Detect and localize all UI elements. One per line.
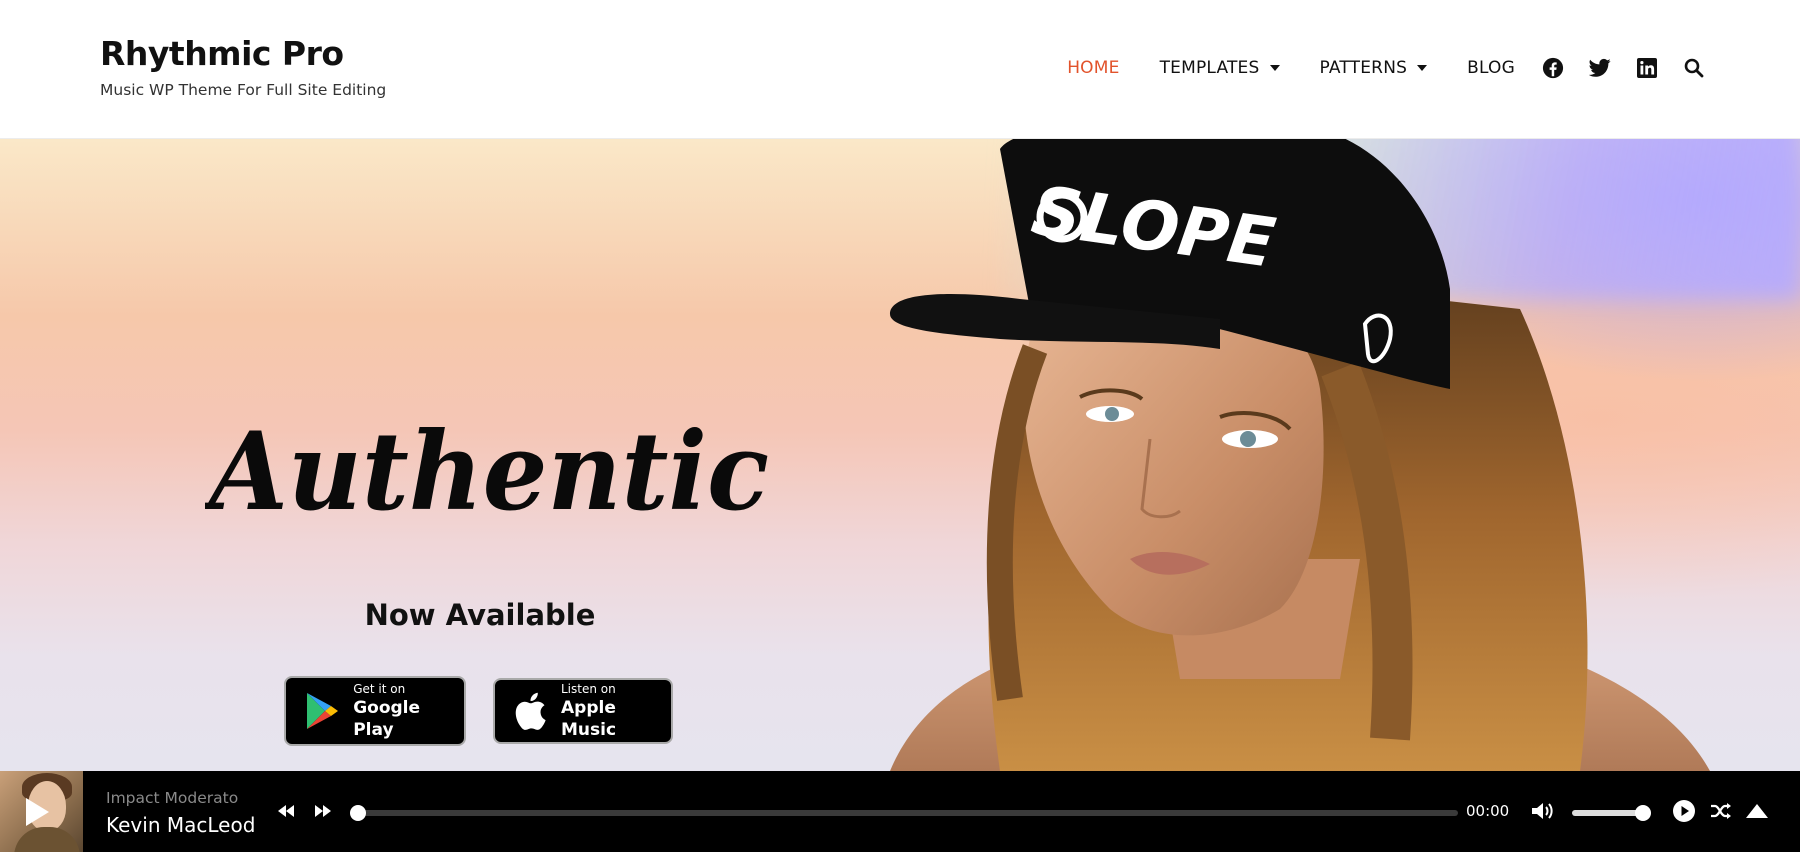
- apple-music-button[interactable]: Listen on Apple Music: [493, 678, 673, 744]
- left-iris: [1105, 407, 1119, 421]
- hero-subtitle: Now Available: [364, 598, 596, 632]
- store-button-label: Apple Music: [561, 698, 617, 740]
- google-play-button[interactable]: Get it on Google Play: [284, 676, 466, 746]
- nav-item-patterns[interactable]: PATTERNS: [1320, 58, 1428, 78]
- hero-title: Authentic: [205, 409, 769, 535]
- site-header: Rhythmic Pro Music WP Theme For Full Sit…: [0, 0, 1800, 139]
- volume-slider[interactable]: [1572, 805, 1651, 821]
- site-tagline: Music WP Theme For Full Site Editing: [100, 81, 387, 99]
- shuffle-icon[interactable]: [1708, 798, 1734, 824]
- apple-icon: [511, 690, 549, 732]
- nav-item-label: HOME: [1067, 58, 1120, 78]
- nav-item-blog[interactable]: BLOG: [1467, 58, 1515, 78]
- nav-item-label: TEMPLATES: [1159, 58, 1260, 78]
- caret-down-icon: [1417, 65, 1428, 71]
- current-time: 00:00: [1466, 802, 1510, 820]
- hero-section: SLOPE Authentic Now Available Get it on …: [0, 139, 1800, 771]
- fast-forward-icon[interactable]: [310, 798, 336, 824]
- store-button-small-text: Listen on: [561, 682, 616, 696]
- facebook-icon[interactable]: [1541, 56, 1565, 80]
- nav-item-label: BLOG: [1467, 58, 1515, 78]
- hero-model-image: SLOPE: [890, 139, 1710, 771]
- play-icon[interactable]: [1671, 798, 1697, 824]
- audio-player: Impact Moderato Kevin MacLeod 00:00: [0, 771, 1800, 852]
- caret-down-icon: [1269, 65, 1280, 71]
- rewind-icon[interactable]: [273, 798, 299, 824]
- volume-handle[interactable]: [1634, 805, 1651, 821]
- hero-title-text: Authentic: [205, 409, 769, 535]
- site-branding: Rhythmic Pro Music WP Theme For Full Sit…: [100, 34, 386, 100]
- nav-item-label: PATTERNS: [1319, 58, 1408, 78]
- nav-item-templates[interactable]: TEMPLATES: [1160, 58, 1280, 78]
- track-thumbnail[interactable]: [0, 771, 83, 852]
- twitter-icon[interactable]: [1588, 56, 1612, 80]
- linkedin-icon[interactable]: [1635, 56, 1659, 80]
- main-nav: HOME TEMPLATES PATTERNS BLOG: [1067, 54, 1706, 82]
- search-icon[interactable]: [1682, 56, 1706, 80]
- nav-item-home[interactable]: HOME: [1067, 58, 1119, 78]
- store-button-small-text: Get it on: [353, 682, 406, 696]
- site-title[interactable]: Rhythmic Pro: [100, 34, 386, 74]
- track-title: Kevin MacLeod: [106, 813, 256, 837]
- volume-icon[interactable]: [1529, 798, 1555, 824]
- play-icon[interactable]: [14, 789, 60, 835]
- track-artist: Impact Moderato: [106, 789, 239, 807]
- progress-handle[interactable]: [350, 805, 366, 821]
- expand-icon[interactable]: [1744, 798, 1770, 824]
- right-iris: [1240, 431, 1256, 447]
- google-play-icon: [302, 690, 341, 732]
- store-button-label: Google Play: [353, 698, 421, 740]
- progress-bar[interactable]: [350, 805, 1458, 821]
